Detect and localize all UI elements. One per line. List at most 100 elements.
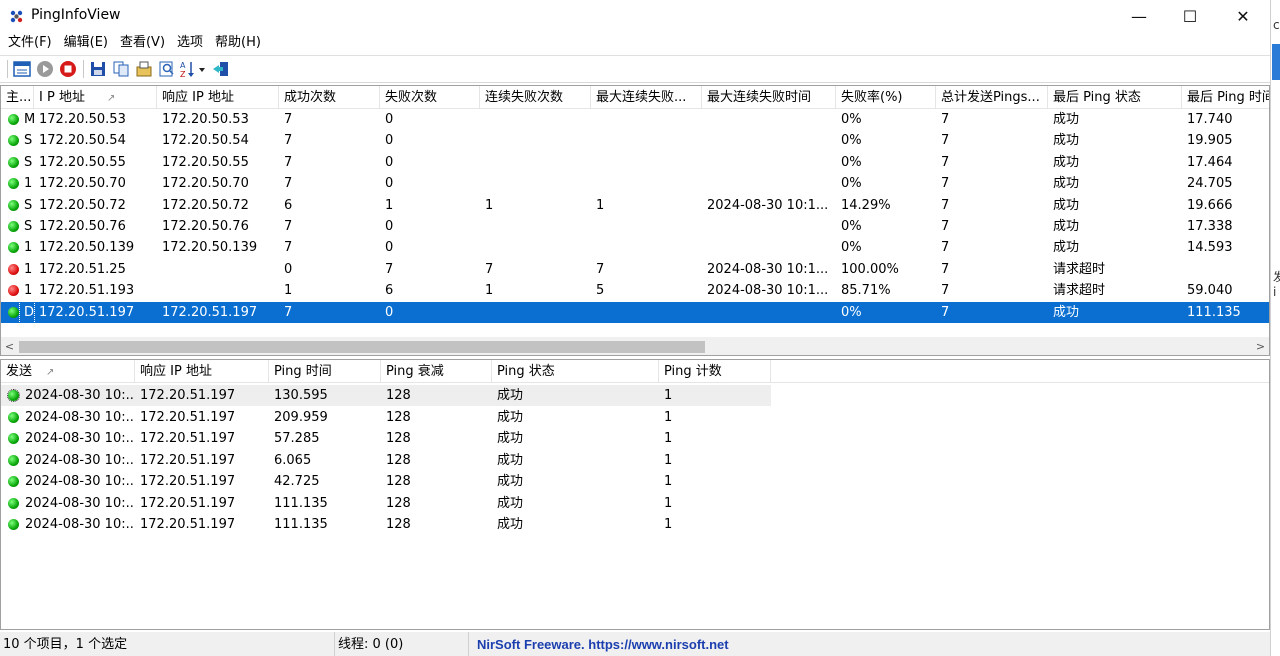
cell-max-consecutive-failed-time [702,237,836,258]
cell-last-status: 成功 [1053,154,1080,170]
host-row[interactable]: 1 172.20.51.25 0 7 7 7 2024-08-30 10:1... 100.0… [1,259,1269,280]
col-succeed-count[interactable]: 成功次数 [279,86,380,109]
col-ping-status[interactable]: Ping 状态 [492,360,659,383]
host-row[interactable]: M 172.20.50.53 172.20.50.53 7 0 0% 7 成功 17.740 [1,109,1269,130]
cell-host-name: S [24,154,33,170]
background-window-edge: ce 发i [1270,0,1280,656]
cell-succeed: 0 [284,261,293,277]
cell-ping-count: 1 [664,452,673,468]
cell-failed: 0 [385,240,394,256]
col-max-consecutive-failed[interactable]: 最大连续失败... [591,86,702,109]
menu-help[interactable]: 帮助(H) [209,33,267,53]
svg-text:Z: Z [180,70,186,78]
host-row[interactable]: S 172.20.50.54 172.20.50.54 7 0 0% 7 成功 19.905 [1,130,1269,151]
toolbar: AZ [0,55,1270,83]
col-max-consecutive-failed-time[interactable]: 最大连续失败时间 [702,86,836,109]
host-row[interactable]: 1 172.20.50.70 172.20.50.70 7 0 0% 7 成功 24.705 [1,173,1269,194]
cell-host-name: 1 [24,283,33,299]
minimize-button[interactable]: — [1116,0,1162,32]
cell-last-status: 成功 [1053,112,1080,127]
cell-reply-ip: 172.20.51.197 [162,304,258,320]
menu-file[interactable]: 文件(F) [2,33,58,53]
cell-reply-ip: 172.20.50.53 [162,112,249,127]
cell-max-consecutive-failed-time: 2024-08-30 10:1... [707,197,829,213]
host-row[interactable]: S 172.20.50.72 172.20.50.72 6 1 1 1 2024-08-30 … [1,195,1269,216]
host-row[interactable]: S 172.20.50.55 172.20.50.55 7 0 0% 7 成功 17.464 [1,152,1269,173]
cell-failed-percent: 0% [841,112,862,127]
scrollbar-thumb[interactable] [19,341,705,353]
properties-icon[interactable] [11,58,33,80]
col-last-ping-time[interactable]: 最后 Ping 时间 [1182,86,1269,109]
ping-history-list[interactable]: 发送 ↗ 响应 IP 地址 Ping 时间 Ping 衰减 Ping 状态 Pin… [0,359,1270,630]
cell-ip: 172.20.50.139 [39,240,135,256]
ping-row[interactable]: 2024-08-30 10:... 172.20.51.197 209.959 128… [1,407,1269,428]
menu-edit[interactable]: 编辑(E) [58,33,114,53]
sort-arrow-icon: ↗ [106,93,116,104]
ping-row[interactable]: 2024-08-30 10:... 172.20.51.197 130.595 128… [1,385,1269,406]
cell-max-consecutive-failed [591,237,702,258]
maximize-button[interactable]: ☐ [1167,0,1213,32]
exit-icon[interactable] [210,58,232,80]
nirsoft-link[interactable]: NirSoft Freeware. https://www.nirsoft.ne… [469,632,1270,656]
cell-reply-ip [157,280,279,301]
col-ping-ttl[interactable]: Ping 衰减 [381,360,492,383]
find-icon[interactable] [156,58,178,80]
ping-row[interactable]: 2024-08-30 10:... 172.20.51.197 111.135 128… [1,493,1269,514]
col-host-name[interactable]: 主... [1,86,34,109]
cell-ping-time: 42.725 [274,474,320,489]
cell-ping-ttl: 128 [386,474,411,489]
horizontal-scrollbar[interactable]: < > [1,337,1269,355]
cell-reply-ip: 172.20.51.197 [140,474,236,489]
ping-row[interactable]: 2024-08-30 10:... 172.20.51.197 6.065 128 成功… [1,450,1269,471]
host-row[interactable]: D 172.20.51.197 172.20.51.197 7 0 0% 7 成功 111.13… [1,300,1269,324]
cell-last-time: 17.464 [1187,154,1233,170]
cell-ip: 172.20.50.54 [39,133,126,149]
col-ping-time[interactable]: Ping 时间 [269,360,381,383]
cell-reply-ip: 172.20.51.197 [140,431,236,446]
col-ping-count[interactable]: Ping 计数 [659,360,771,383]
col-total-sent[interactable]: 总计发送Pings... [936,86,1048,109]
start-icon[interactable] [34,58,56,80]
cell-max-consecutive-failed-time [702,302,836,323]
background-text-top: ce [1273,18,1280,32]
status-ok-icon [8,454,19,466]
copy-icon[interactable] [110,58,132,80]
ping-row[interactable]: 2024-08-30 10:... 172.20.51.197 42.725 128 成… [1,471,1269,492]
col-consecutive-failed[interactable]: 连续失败次数 [480,86,591,109]
cell-ip: 172.20.50.76 [39,219,126,234]
host-row[interactable]: 1 172.20.50.139 172.20.50.139 7 0 0% 7 成功 14.593 [1,237,1269,258]
close-button[interactable]: ✕ [1220,0,1266,32]
cell-last-status: 请求超时 [1053,283,1106,299]
hosts-list[interactable]: 主... I P 地址 ↗ 响应 IP 地址 成功次数 失败次数 连续失败次数 最… [0,85,1270,356]
menu-options[interactable]: 选项 [171,33,209,53]
cell-reply-ip: 172.20.50.139 [162,240,258,256]
menu-view[interactable]: 查看(V) [114,33,171,53]
save-icon[interactable] [87,58,109,80]
status-ok-icon [8,497,19,509]
cell-failed: 0 [385,176,394,192]
ping-row[interactable]: 2024-08-30 10:... 172.20.51.197 111.135 128… [1,514,1269,535]
cell-max-consecutive-failed-time: 2024-08-30 10:1... [707,261,829,277]
col-reply-ip[interactable]: 响应 IP 地址 [157,86,279,109]
col-last-ping-status[interactable]: 最后 Ping 状态 [1048,86,1182,109]
scroll-right-button[interactable]: > [1252,338,1269,355]
col-reply-ip[interactable]: 响应 IP 地址 [135,360,269,383]
col-ip-address[interactable]: I P 地址 ↗ [34,86,157,109]
cell-succeed: 7 [284,304,293,320]
cell-consecutive-failed [480,130,591,151]
cell-reply-ip: 172.20.50.70 [162,176,249,192]
sort-icon[interactable]: AZ [179,58,209,80]
ping-row[interactable]: 2024-08-30 10:... 172.20.51.197 57.285 128 成… [1,428,1269,449]
col-failed-count[interactable]: 失败次数 [380,86,480,109]
stop-icon[interactable] [57,58,79,80]
options-icon[interactable] [133,58,155,80]
cell-ping-status: 成功 [497,517,524,532]
scroll-left-button[interactable]: < [1,338,18,355]
toolbar-separator [7,60,8,78]
host-row[interactable]: 1 172.20.51.193 1 6 1 5 2024-08-30 10:1... 85.7… [1,280,1269,301]
col-failed-percent[interactable]: 失败率(%) [836,86,936,109]
host-row[interactable]: S 172.20.50.76 172.20.50.76 7 0 0% 7 成功 17.338 [1,216,1269,237]
cell-succeed: 7 [284,133,293,149]
col-sent-time[interactable]: 发送 ↗ [1,360,135,383]
cell-ping-count: 1 [664,474,673,489]
